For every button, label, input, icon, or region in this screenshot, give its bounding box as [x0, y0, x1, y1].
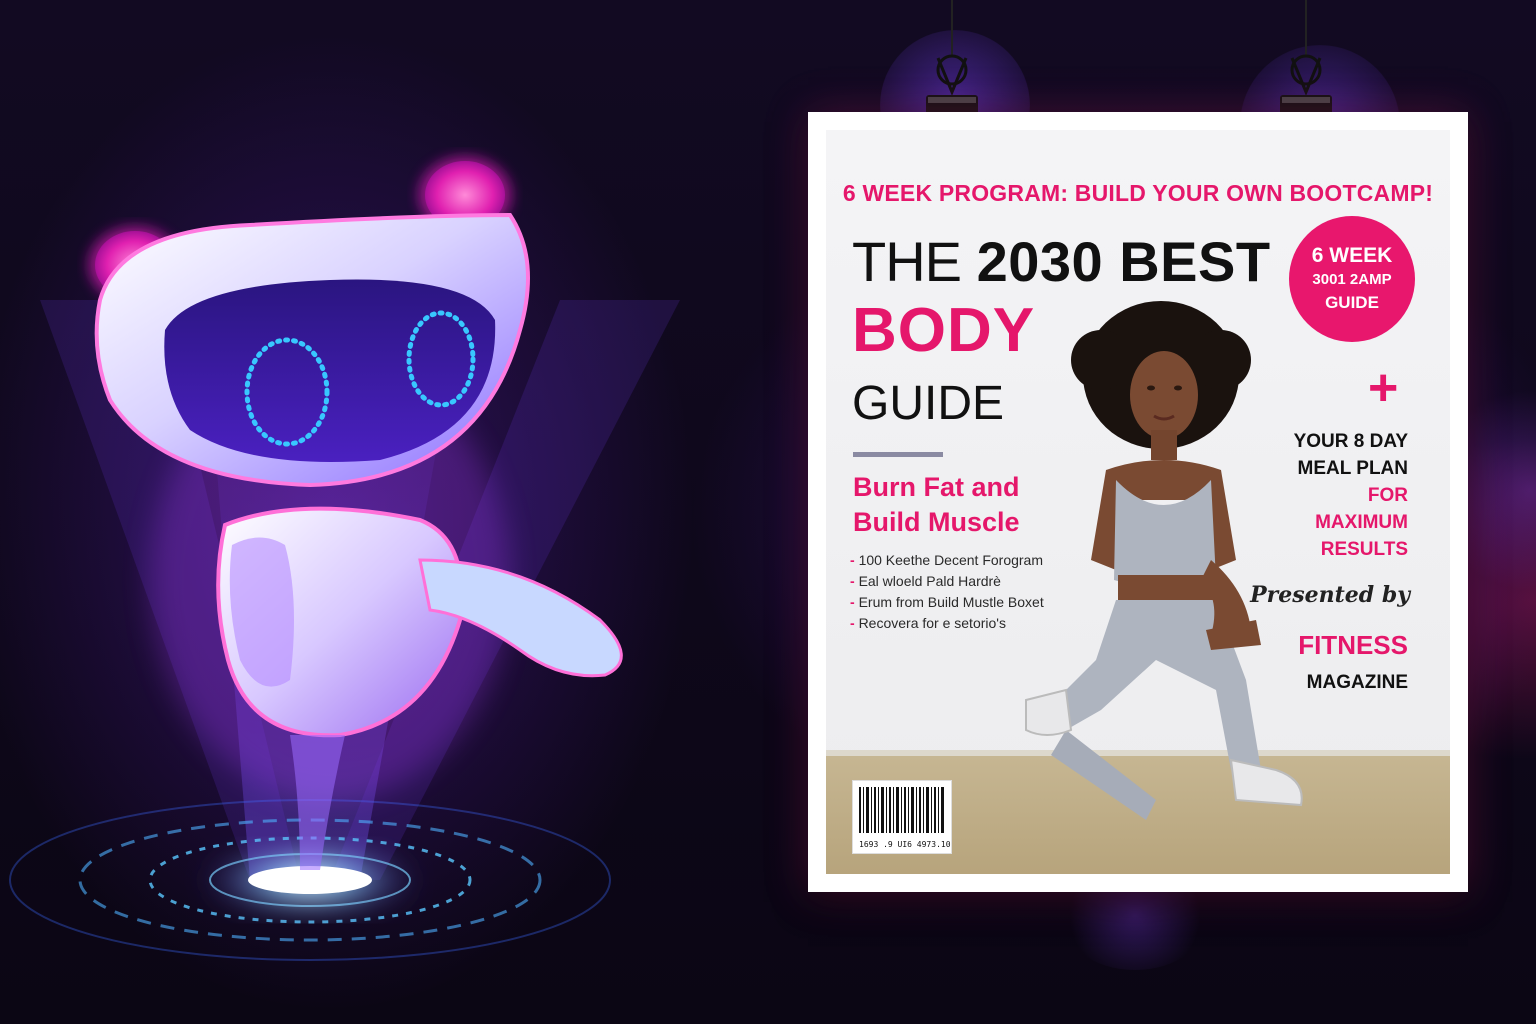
sub-headline: Burn Fat and Build Muscle — [853, 472, 1020, 537]
fitness-model-image — [1025, 301, 1303, 820]
title-the: THE — [852, 230, 962, 293]
badge-line3: GUIDE — [1325, 293, 1379, 312]
meal-line3: FOR — [1367, 485, 1408, 506]
title-divider — [853, 452, 943, 457]
bullet-item: 100 Keethe Decent Forogram — [850, 550, 1044, 571]
title-body: BODY — [852, 296, 1036, 365]
bullet-item: Erum from Build Mustle Boxet — [850, 592, 1044, 613]
cover-title-line1: THE 2030 BEST — [852, 234, 1271, 290]
barcode-text: 1693 .9 UI6 4973.10 — [859, 840, 951, 849]
publisher-fitness: FITNESS — [1298, 630, 1408, 660]
hologram-robot-mascot-icon — [9, 155, 680, 961]
plus-icon: + — [1368, 359, 1399, 417]
badge-line2: 3001 2AMP — [1312, 271, 1392, 288]
barcode-icon — [859, 787, 944, 833]
title-guide: GUIDE — [852, 377, 1005, 430]
bullet-item: Recovera for e setorio's — [850, 613, 1044, 634]
bullet-item: Eal wloeld Pald Hardrè — [850, 571, 1044, 592]
barcode: 1693 .9 UI6 4973.10 — [852, 780, 952, 854]
magazine-poster: 6 WEEK PROGRAM: BUILD YOUR OWN BOOTCAMP!… — [808, 112, 1468, 892]
publisher-magazine: MAGAZINE — [1306, 672, 1408, 693]
magazine-cover: 6 WEEK PROGRAM: BUILD YOUR OWN BOOTCAMP!… — [826, 130, 1450, 874]
presented-by: Presented by — [1250, 582, 1410, 608]
scene: 6 WEEK PROGRAM: BUILD YOUR OWN BOOTCAMP!… — [0, 0, 1536, 1024]
badge-line1: 6 WEEK — [1311, 244, 1393, 267]
meal-line1: YOUR 8 DAY — [1293, 431, 1408, 452]
meal-line2: MEAL PLAN — [1297, 458, 1408, 479]
top-banner: 6 WEEK PROGRAM: BUILD YOUR OWN BOOTCAMP! — [842, 180, 1434, 206]
meal-line5: RESULTS — [1320, 539, 1408, 560]
bullet-list: 100 Keethe Decent Forogram Eal wloeld Pa… — [850, 550, 1044, 634]
program-badge: 6 WEEK 3001 2AMP GUIDE — [1289, 216, 1415, 342]
title-year-best: 2030 BEST — [976, 230, 1271, 293]
meal-plan-callout: YOUR 8 DAY MEAL PLAN FOR MAXIMUM RESULTS — [1208, 428, 1408, 563]
meal-line4: MAXIMUM — [1315, 512, 1408, 533]
